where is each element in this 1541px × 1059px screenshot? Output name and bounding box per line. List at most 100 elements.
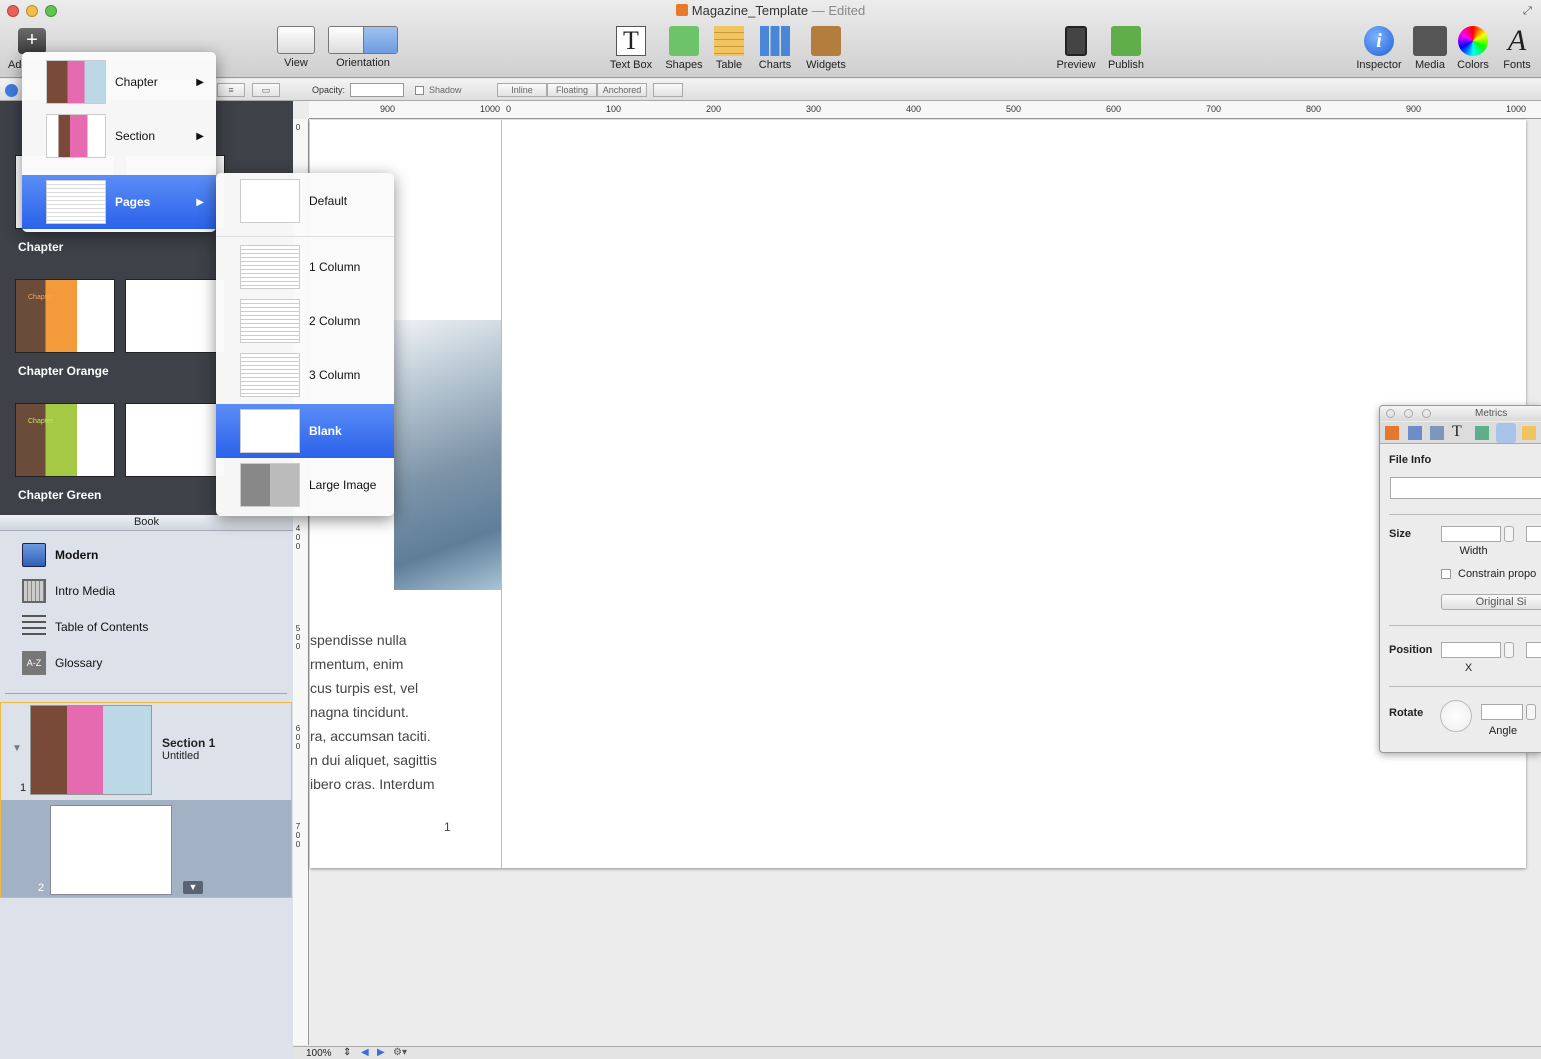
file-info-label: File Info (1389, 454, 1432, 466)
table-inspector-tab-icon[interactable] (1522, 426, 1536, 440)
text-box-button[interactable]: T Text Box (605, 24, 657, 74)
charts-button[interactable]: Charts (754, 24, 796, 74)
ruler-tick: 6 0 0 (295, 724, 301, 751)
width-stepper[interactable] (1504, 526, 1514, 542)
preview-button[interactable]: Preview (1054, 24, 1098, 74)
gear-icon[interactable]: ⚙▾ (393, 1047, 407, 1058)
pages-submenu: Default 1 Column 2 Column 3 Column Blank… (216, 173, 394, 516)
submenu-item-blank[interactable]: Blank (216, 404, 394, 458)
alignment-control[interactable]: ≡ (217, 83, 245, 97)
inspector-zoom-button[interactable] (1422, 409, 1431, 418)
text-inspector-tab-icon[interactable]: T (1452, 423, 1462, 441)
opacity-field[interactable] (350, 83, 404, 97)
ruler-tick: 600 (1106, 104, 1122, 114)
view-button[interactable]: View (274, 24, 318, 74)
submenu-item-2-column[interactable]: 2 Column (216, 294, 394, 348)
ruler-tick: 400 (906, 104, 922, 114)
add-button[interactable]: + (18, 28, 46, 54)
book-item-intro-media[interactable]: Intro Media (22, 578, 115, 604)
layout-label-chapter: Chapter (18, 240, 64, 254)
document-inspector-tab-icon[interactable] (1385, 426, 1399, 440)
constrain-label: Constrain propo (1458, 568, 1537, 580)
height-field[interactable] (1526, 526, 1541, 542)
position-x-stepper[interactable] (1504, 642, 1514, 658)
book-item-label: Modern (55, 548, 99, 562)
layout-thumb-green-page[interactable] (125, 403, 225, 477)
next-page-icon[interactable]: ▶ (377, 1047, 385, 1058)
table-button[interactable]: Table (710, 24, 748, 74)
colors-button[interactable]: Colors (1454, 24, 1492, 74)
inspector-button[interactable]: i Inspector (1352, 24, 1406, 74)
original-size-button[interactable]: Original Si (1441, 594, 1541, 610)
menu-item-pages[interactable]: Pages ▶ (22, 175, 216, 229)
wrap-control[interactable]: ▭ (252, 83, 280, 97)
media-label: Media (1415, 59, 1445, 71)
angle-field[interactable] (1481, 704, 1523, 720)
fonts-label: Fonts (1503, 59, 1531, 71)
constrain-checkbox[interactable] (1441, 569, 1451, 579)
position-x-field[interactable] (1441, 642, 1501, 658)
charts-label: Charts (758, 59, 792, 71)
fonts-button[interactable]: A Fonts (1498, 24, 1536, 74)
shapes-button[interactable]: Shapes (662, 24, 706, 74)
info-circle-icon[interactable] (5, 84, 18, 97)
menu-item-section[interactable]: Section ▶ (22, 109, 216, 163)
inspector-close-button[interactable] (1386, 409, 1395, 418)
metrics-inspector: Metrics T File Info Size Width Constrain… (1379, 405, 1541, 753)
ruler-tick: 1000 (480, 104, 501, 114)
layout-thumb-chapter-green[interactable]: Chapter (15, 403, 115, 477)
book-header[interactable]: Book (0, 515, 293, 531)
position-y-field[interactable] (1526, 642, 1541, 658)
text-line: cus turpis est, vel (310, 680, 419, 696)
widgets-button[interactable]: Widgets (802, 24, 850, 74)
media-button[interactable]: Media (1410, 24, 1450, 74)
submenu-item-default[interactable]: Default (216, 174, 394, 228)
layout-thumb-chapter-orange[interactable]: Chapter (15, 279, 115, 353)
inspector-label: Inspector (1356, 59, 1402, 71)
publish-label: Publish (1107, 59, 1145, 71)
layout-inspector-tab-icon[interactable] (1408, 426, 1422, 440)
page-options-button[interactable]: ▼ (183, 881, 203, 894)
edited-status: — Edited (811, 3, 866, 18)
horizontal-ruler[interactable]: 900 1000 0 100 200 300 400 500 600 700 8… (309, 101, 1541, 119)
book-item-glossary[interactable]: A-Z Glossary (22, 650, 102, 676)
previous-page-icon[interactable]: ◀ (361, 1047, 369, 1058)
floating-button[interactable]: Floating (547, 83, 597, 97)
separator (1389, 514, 1541, 515)
glossary-icon: A-Z (22, 651, 46, 675)
page-spread-divider (501, 120, 502, 868)
text-line: ra, accumsan taciti. (310, 728, 431, 744)
orientation-button[interactable]: Orientation (328, 24, 398, 74)
graphic-inspector-tab-icon[interactable] (1475, 426, 1489, 440)
submenu-item-large-image[interactable]: Large Image (216, 458, 394, 512)
submenu-item-3-column[interactable]: 3 Column (216, 348, 394, 402)
zoom-stepper-icon[interactable]: ⇕ (343, 1047, 351, 1058)
section-thumbnail[interactable] (30, 705, 152, 795)
submenu-item-1-column[interactable]: 1 Column (216, 240, 394, 294)
book-item-modern[interactable]: Modern (22, 542, 98, 568)
page-2-thumbnail[interactable] (50, 805, 172, 895)
section-thumb (46, 114, 106, 158)
window-toolbar: Magazine_Template — Edited ⤢ + Add View … (0, 0, 1541, 78)
shadow-checkbox[interactable] (415, 86, 424, 95)
wrap-inspector-tab-icon[interactable] (1430, 426, 1444, 440)
size-label: Size (1389, 528, 1412, 540)
file-info-field[interactable] (1390, 477, 1541, 499)
wrap-stepper[interactable] (653, 83, 683, 97)
width-field[interactable] (1441, 526, 1501, 542)
layout-thumb-orange-page[interactable] (125, 279, 225, 353)
inline-button[interactable]: Inline (497, 83, 547, 97)
rotate-wheel[interactable] (1440, 700, 1472, 732)
publish-button[interactable]: Publish (1104, 24, 1148, 74)
ice-image[interactable] (394, 320, 501, 590)
fullscreen-icon[interactable]: ⤢ (1523, 5, 1532, 18)
disclosure-triangle-icon[interactable]: ▼ (12, 743, 22, 754)
zoom-level[interactable]: 100% (306, 1048, 332, 1059)
inspector-minimize-button[interactable] (1404, 409, 1413, 418)
angle-stepper[interactable] (1526, 704, 1536, 720)
menu-item-chapter[interactable]: Chapter ▶ (22, 55, 216, 109)
anchored-button[interactable]: Anchored (597, 83, 647, 97)
body-text-box[interactable]: spendisse nulla rmentum, enim cus turpis… (310, 628, 500, 796)
book-item-table-of-contents[interactable]: Table of Contents (22, 614, 148, 640)
metrics-inspector-tab-icon[interactable] (1496, 423, 1516, 443)
